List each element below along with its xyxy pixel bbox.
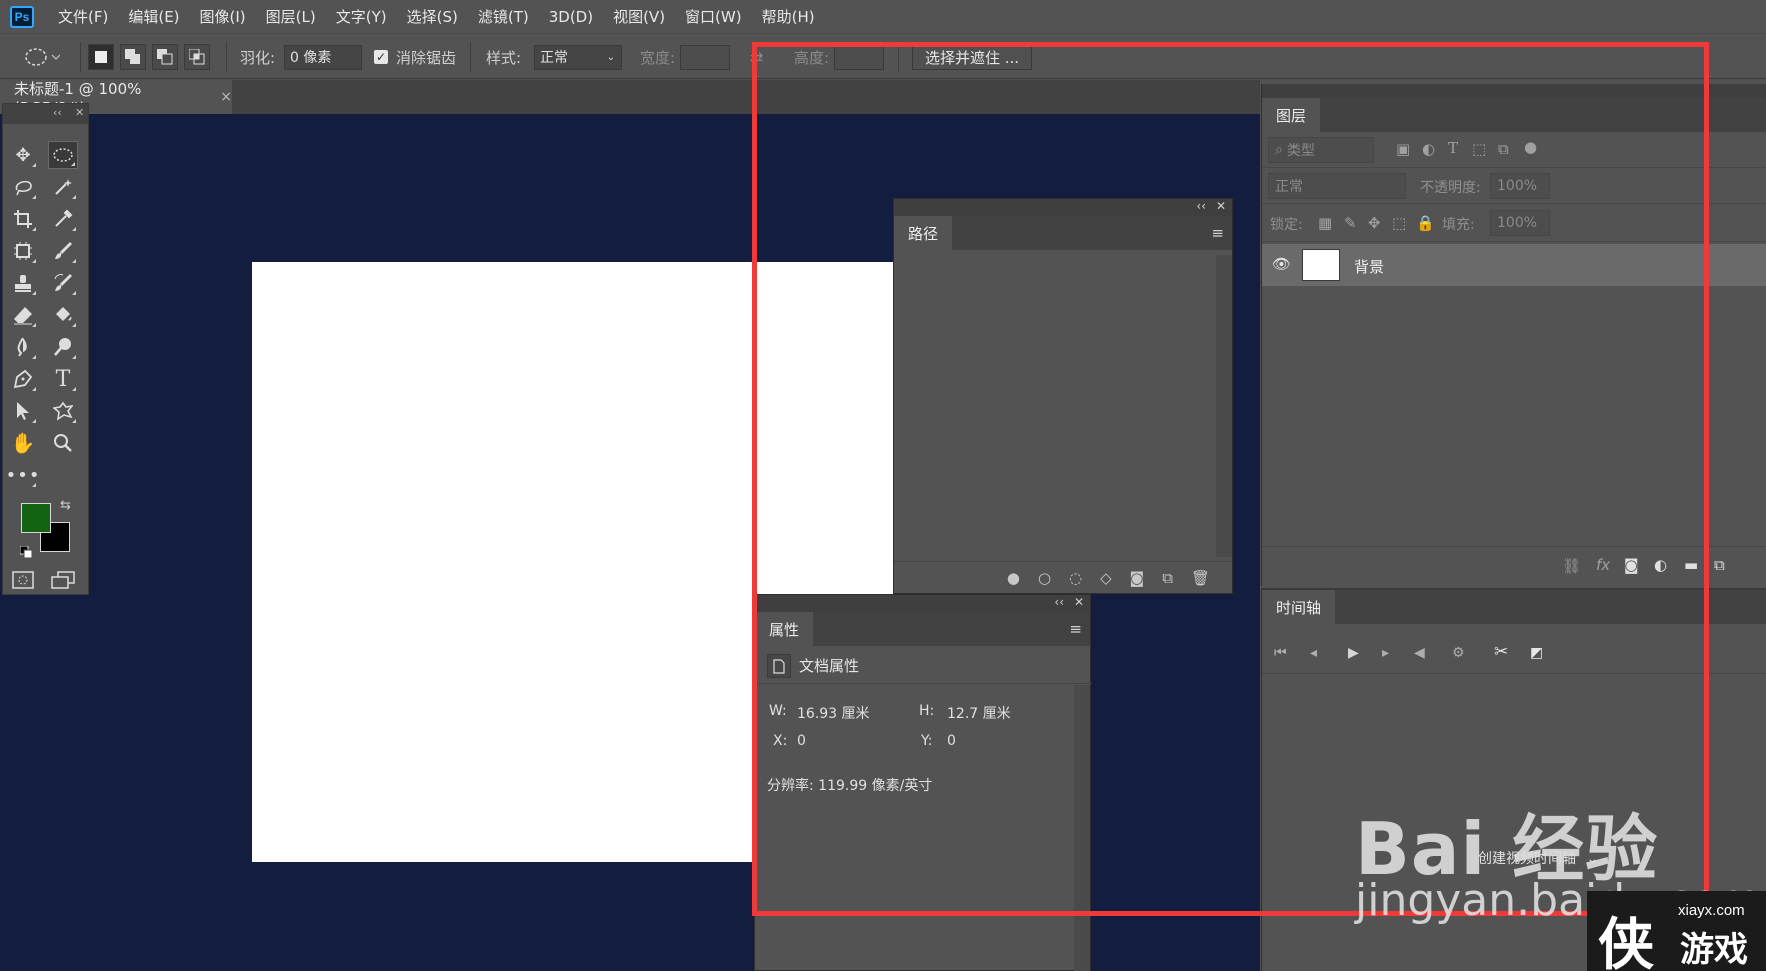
- collapse-icon[interactable]: ‹‹: [53, 106, 62, 119]
- new-selection-icon: [95, 51, 107, 63]
- history-brush-tool-icon[interactable]: [48, 269, 78, 297]
- annotation-frame: [752, 42, 1709, 916]
- menu-bar: Ps 文件(F) 编辑(E) 图像(I) 图层(L) 文字(Y) 选择(S) 滤…: [0, 0, 1766, 33]
- screen-mode-icon[interactable]: [48, 566, 78, 594]
- pen-tool-icon[interactable]: [8, 365, 38, 393]
- menu-type[interactable]: 文字(Y): [336, 6, 387, 27]
- antialias-checkbox[interactable]: ✓ 消除锯齿: [374, 44, 456, 70]
- path-selection-tool-icon[interactable]: [8, 397, 38, 425]
- feather-label: 羽化:: [240, 48, 276, 67]
- new-layer-icon[interactable]: ⧉: [1714, 556, 1725, 574]
- subtract-selection-icon: [157, 49, 173, 65]
- type-tool-icon[interactable]: T: [48, 365, 78, 393]
- chevron-down-icon: ⌄: [1586, 851, 1599, 867]
- menu-image[interactable]: 图像(I): [200, 6, 246, 27]
- width-input[interactable]: [680, 44, 730, 70]
- create-video-timeline-label: 创建视频时间轴: [1478, 851, 1576, 867]
- site-name: 游戏: [1680, 930, 1748, 970]
- foreground-color-swatch[interactable]: [21, 503, 51, 533]
- menu-window[interactable]: 窗口(W): [685, 6, 742, 27]
- add-selection-button[interactable]: [120, 44, 146, 70]
- toolbox-header[interactable]: ‹‹ ✕: [3, 104, 88, 124]
- intersect-selection-icon: [189, 49, 205, 65]
- menu-view[interactable]: 视图(V): [613, 6, 665, 27]
- add-selection-icon: [125, 49, 140, 64]
- swap-colors-icon[interactable]: ⇆: [60, 498, 71, 513]
- menu-filter[interactable]: 滤镜(T): [478, 6, 529, 27]
- photoshop-window: Ps 文件(F) 编辑(E) 图像(I) 图层(L) 文字(Y) 选择(S) 滤…: [0, 0, 1766, 971]
- style-label: 样式:: [486, 48, 522, 67]
- style-dropdown[interactable]: 正常 ⌄: [534, 44, 622, 70]
- menu-help[interactable]: 帮助(H): [762, 6, 815, 27]
- new-selection-button[interactable]: [88, 44, 114, 70]
- eraser-tool-icon[interactable]: [8, 301, 38, 329]
- subtract-selection-button[interactable]: [152, 44, 178, 70]
- more-tools-icon[interactable]: •••: [6, 461, 39, 489]
- close-icon[interactable]: ✕: [75, 106, 84, 119]
- site-url: xiayx.com: [1678, 902, 1745, 919]
- site-logo-icon: 侠: [1598, 913, 1654, 971]
- lasso-tool-icon[interactable]: [8, 173, 38, 201]
- custom-shape-tool-icon[interactable]: [48, 397, 78, 425]
- style-value: 正常: [540, 50, 568, 66]
- clone-stamp-tool-icon[interactable]: [8, 269, 38, 297]
- brush-tool-icon[interactable]: [48, 237, 78, 265]
- checkmark-icon: ✓: [374, 50, 388, 64]
- hand-tool-icon[interactable]: ✋: [8, 429, 38, 457]
- blur-tool-icon[interactable]: [8, 333, 38, 361]
- elliptical-marquee-tool-icon[interactable]: [48, 141, 78, 169]
- crop-tool-icon[interactable]: [8, 205, 38, 233]
- menu-select[interactable]: 选择(S): [407, 6, 458, 27]
- quick-mask-icon[interactable]: [8, 566, 38, 594]
- move-tool-icon[interactable]: ✥: [8, 141, 38, 169]
- default-colors-icon[interactable]: [19, 545, 33, 559]
- feather-input[interactable]: 0 像素: [284, 44, 362, 70]
- elliptical-marquee-icon: [25, 48, 60, 66]
- width-label: 宽度:: [640, 48, 676, 67]
- close-tab-icon[interactable]: ×: [220, 89, 232, 105]
- photoshop-logo-icon: Ps: [10, 5, 34, 28]
- menu-edit[interactable]: 编辑(E): [128, 6, 179, 27]
- tool-preset-picker[interactable]: [24, 44, 60, 70]
- zoom-tool-icon[interactable]: [48, 429, 78, 457]
- dodge-tool-icon[interactable]: [48, 333, 78, 361]
- magic-wand-tool-icon[interactable]: [48, 173, 78, 201]
- menu-file[interactable]: 文件(F): [58, 6, 108, 27]
- chevron-down-icon: ⌄: [606, 51, 615, 63]
- paint-bucket-tool-icon[interactable]: [48, 301, 78, 329]
- frame-tool-icon[interactable]: [8, 237, 38, 265]
- eyedropper-tool-icon[interactable]: [48, 205, 78, 233]
- intersect-selection-button[interactable]: [184, 44, 210, 70]
- menu-layer[interactable]: 图层(L): [266, 6, 316, 27]
- menu-3d[interactable]: 3D(D): [549, 8, 593, 26]
- create-video-timeline-button[interactable]: 创建视频时间轴 ⌄: [1478, 848, 1598, 868]
- antialias-label: 消除锯齿: [396, 48, 457, 67]
